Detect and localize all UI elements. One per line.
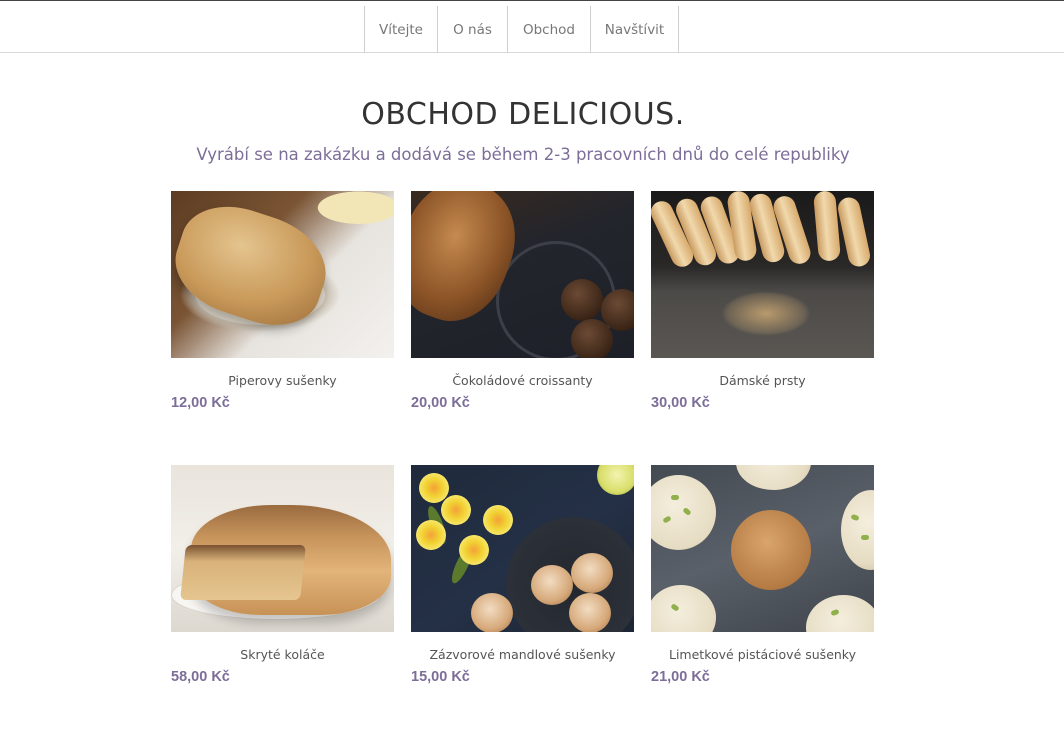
- chocolate-ball-shape: [561, 279, 603, 321]
- product-name[interactable]: Skryté koláče: [171, 647, 394, 662]
- chocolate-ball-shape: [571, 319, 613, 358]
- cookie-shape: [841, 490, 874, 570]
- product-card[interactable]: Piperovy sušenky 12,00 Kč: [171, 191, 394, 411]
- navbar: Vítejte O nás Obchod Navštívit: [0, 1, 1064, 53]
- lemon-shape: [597, 465, 634, 495]
- main-nav: Vítejte O nás Obchod Navštívit: [364, 6, 679, 53]
- cookie-shape: [806, 595, 874, 632]
- nav-item-obchod[interactable]: Obchod: [508, 6, 591, 53]
- bread-loaf-shape: [171, 192, 339, 339]
- product-image[interactable]: [651, 465, 874, 632]
- product-price: 21,00 Kč: [651, 669, 710, 685]
- nav-item-o-nas[interactable]: O nás: [438, 6, 508, 53]
- product-name[interactable]: Limetkové pistáciové sušenky: [651, 647, 874, 662]
- cookie-shape: [531, 565, 573, 605]
- daffodil-shape: [441, 495, 471, 525]
- page-subtitle: Vyrábí se na zakázku a dodává se během 2…: [196, 145, 850, 164]
- product-name[interactable]: Zázvorové mandlové sušenky: [411, 647, 634, 662]
- crumbs-shape: [721, 291, 811, 336]
- daffodil-shape: [416, 520, 446, 550]
- page-title: OBCHOD DELICIOUS.: [361, 97, 685, 132]
- product-card[interactable]: Limetkové pistáciové sušenky 21,00 Kč: [651, 465, 874, 685]
- product-name[interactable]: Piperovy sušenky: [171, 373, 394, 388]
- daffodil-shape: [459, 535, 489, 565]
- product-image[interactable]: [411, 465, 634, 632]
- ladyfinger-shape: [812, 191, 842, 262]
- daffodil-shape: [483, 505, 513, 535]
- pistachio-shape: [861, 535, 869, 540]
- cookie-shape: [471, 593, 513, 632]
- product-card[interactable]: Zázvorové mandlové sušenky 15,00 Kč: [411, 465, 634, 685]
- nav-item-vitejte[interactable]: Vítejte: [365, 6, 438, 53]
- product-name[interactable]: Čokoládové croissanty: [411, 373, 634, 388]
- cookie-shape: [731, 510, 811, 590]
- product-name[interactable]: Dámské prsty: [651, 373, 874, 388]
- product-price: 15,00 Kč: [411, 669, 470, 685]
- cookie-shape: [569, 593, 611, 632]
- product-price: 12,00 Kč: [171, 395, 230, 411]
- product-image[interactable]: [651, 191, 874, 358]
- product-image[interactable]: [411, 191, 634, 358]
- product-image[interactable]: [171, 191, 394, 358]
- product-card[interactable]: Čokoládové croissanty 20,00 Kč: [411, 191, 634, 411]
- cookie-shape: [571, 553, 613, 593]
- product-image[interactable]: [171, 465, 394, 632]
- product-price: 30,00 Kč: [651, 395, 710, 411]
- ladyfinger-shape: [835, 195, 873, 269]
- cookie-shape: [651, 585, 716, 632]
- product-price: 58,00 Kč: [171, 669, 230, 685]
- product-price: 20,00 Kč: [411, 395, 470, 411]
- quiche-slice-shape: [180, 545, 306, 600]
- cookie-shape: [736, 465, 811, 490]
- nav-item-navstivit[interactable]: Navštívit: [591, 6, 679, 53]
- product-card[interactable]: Dámské prsty 30,00 Kč: [651, 191, 874, 411]
- pistachio-shape: [671, 495, 679, 500]
- product-card[interactable]: Skryté koláče 58,00 Kč: [171, 465, 394, 685]
